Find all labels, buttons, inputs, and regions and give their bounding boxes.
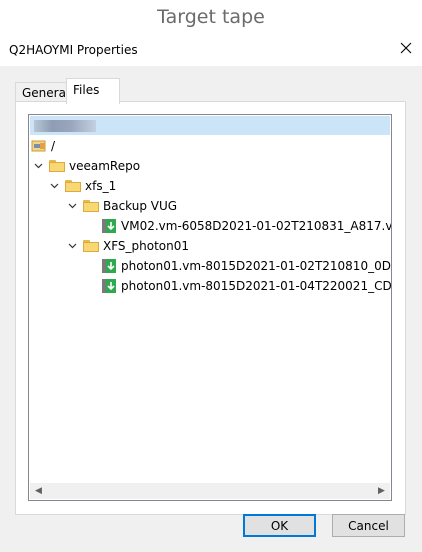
chevron-down-icon[interactable] [67, 201, 77, 211]
scroll-left-icon[interactable]: ◀ [30, 483, 47, 499]
tab-files[interactable]: Files [66, 78, 120, 104]
drive-icon [31, 139, 47, 153]
folder-icon [49, 160, 65, 172]
tree-label-xfs-photon01: XFS_photon01 [103, 239, 190, 253]
horizontal-scrollbar[interactable]: ◀ ▶ [30, 483, 390, 499]
tree-label-backup-vug: Backup VUG [103, 199, 178, 213]
tape-node-selected[interactable] [30, 116, 390, 135]
chevron-down-icon[interactable] [67, 241, 77, 251]
file-tree[interactable]: / veeamRepo xfs_1 Backup VUG VM02.vm-605… [28, 114, 392, 501]
files-panel: / veeamRepo xfs_1 Backup VUG VM02.vm-605… [15, 101, 406, 515]
chevron-down-icon[interactable] [49, 181, 59, 191]
ok-button[interactable]: OK [243, 514, 316, 537]
folder-icon [65, 180, 81, 192]
tree-label-file: photon01.vm-8015D2021-01-04T220021_CDD1.… [121, 279, 392, 293]
caption-title: Target tape [157, 6, 265, 28]
tree-row-xfs1[interactable]: xfs_1 [49, 176, 116, 196]
tree-label-file: VM02.vm-6058D2021-01-02T210831_A817.vbk [121, 219, 392, 233]
backup-file-icon [101, 278, 117, 294]
dialog-title: Q2HAOYMI Properties [9, 43, 138, 57]
backup-file-icon [101, 258, 117, 274]
dialog-titlebar: Q2HAOYMI Properties [0, 34, 422, 66]
folder-icon [83, 200, 99, 212]
close-icon[interactable] [398, 40, 414, 56]
tree-row-backup-vug[interactable]: Backup VUG [67, 196, 177, 216]
scroll-right-icon[interactable]: ▶ [373, 483, 390, 499]
tab-strip: General Files [15, 78, 415, 104]
tree-row-file[interactable]: photon01.vm-8015D2021-01-02T210810_0DBD.… [101, 256, 391, 276]
tree-row-file[interactable]: photon01.vm-8015D2021-01-04T220021_CDD1.… [101, 276, 392, 296]
cancel-button[interactable]: Cancel [332, 514, 405, 537]
tree-row-veeamrepo[interactable]: veeamRepo [33, 156, 140, 176]
tree-label-root: / [51, 139, 56, 153]
redacted-label [34, 120, 96, 132]
tree-label-veeamrepo: veeamRepo [69, 159, 141, 173]
tree-row-file[interactable]: VM02.vm-6058D2021-01-02T210831_A817.vbk [101, 216, 392, 236]
tab-general[interactable]: General [15, 82, 69, 102]
tree-label-xfs1: xfs_1 [85, 179, 117, 193]
tree-row-xfs-photon01[interactable]: XFS_photon01 [67, 236, 189, 256]
properties-dialog: Q2HAOYMI Properties General Files / veea… [0, 34, 422, 552]
chevron-down-icon[interactable] [33, 161, 43, 171]
backup-file-icon [101, 218, 117, 234]
tree-row-root[interactable]: / [31, 136, 55, 156]
folder-icon [83, 240, 99, 252]
tree-label-file: photon01.vm-8015D2021-01-02T210810_0DBD.… [121, 259, 391, 273]
